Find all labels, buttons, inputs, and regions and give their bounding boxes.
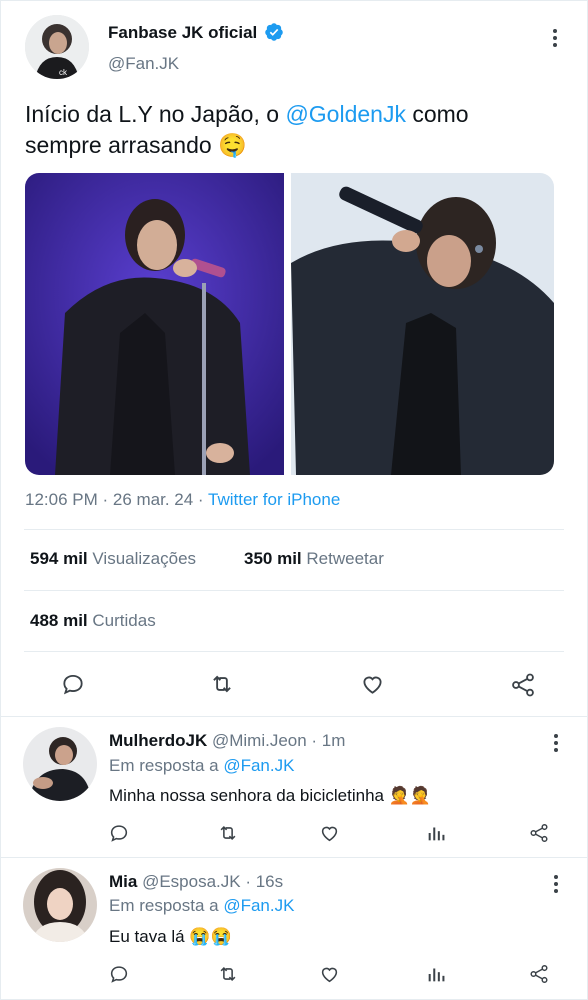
- retweet-icon[interactable]: [216, 822, 240, 844]
- svg-text:ck: ck: [59, 68, 68, 77]
- reply-handle-time[interactable]: @Esposa.JK · 16s: [142, 872, 283, 891]
- reply-header: MulherdoJK @Mimi.Jeon · 1m: [109, 731, 345, 751]
- crying-emoji: 😭😭: [189, 927, 232, 946]
- views-icon[interactable]: [425, 822, 447, 844]
- facepalm-emoji: 🤦🤦: [388, 786, 432, 805]
- reply-prefix: Em resposta a: [109, 896, 224, 915]
- tweet-timestamp[interactable]: 12:06 PM · 26 mar. 24 ·: [25, 490, 208, 509]
- reply-prefix: Em resposta a: [109, 756, 224, 775]
- likes-count: 488 mil: [30, 611, 88, 630]
- retweets-stat[interactable]: 350 mil Retweetar: [244, 549, 384, 569]
- tweet-photo-right[interactable]: [291, 173, 554, 475]
- views-icon[interactable]: [425, 963, 447, 985]
- likes-label: Curtidas: [92, 611, 156, 630]
- tweet-timestamp-row: 12:06 PM · 26 mar. 24 · Twitter for iPho…: [25, 490, 340, 510]
- tweet-text-part2: como: [405, 101, 469, 127]
- retweet-icon[interactable]: [208, 671, 236, 697]
- reply-author-name[interactable]: Mia: [109, 872, 137, 891]
- reply-header: Mia @Esposa.JK · 16s: [109, 872, 283, 892]
- tweet-text: Início da L.Y no Japão, o @GoldenJk como…: [25, 99, 565, 161]
- like-icon[interactable]: [359, 671, 386, 697]
- tweet-photo-left[interactable]: [25, 173, 284, 475]
- reply-text-body: Eu tava lá: [109, 927, 190, 946]
- more-icon[interactable]: [553, 875, 559, 896]
- reply-text: Minha nossa senhora da bicicletinha 🤦🤦: [109, 786, 431, 806]
- mention-link[interactable]: @GoldenJk: [285, 101, 406, 127]
- reply-handle-time[interactable]: @Mimi.Jeon · 1m: [212, 731, 345, 750]
- reply-context: Em resposta a @Fan.JK: [109, 896, 294, 916]
- drooling-emoji: 🤤: [218, 132, 247, 158]
- reply-icon[interactable]: [108, 963, 130, 985]
- reply-to-link[interactable]: @Fan.JK: [223, 896, 294, 915]
- like-icon[interactable]: [318, 822, 341, 844]
- share-icon[interactable]: [528, 963, 550, 985]
- like-icon[interactable]: [318, 963, 341, 985]
- verified-badge-icon: [265, 23, 283, 41]
- likes-stat[interactable]: 488 mil Curtidas: [30, 611, 156, 631]
- tweet-source-link[interactable]: Twitter for iPhone: [208, 490, 340, 509]
- tweet-text-line2: sempre arrasando: [25, 132, 212, 158]
- share-icon[interactable]: [509, 671, 537, 699]
- reply-author-name[interactable]: MulherdoJK: [109, 731, 207, 750]
- retweets-count: 350 mil: [244, 549, 302, 568]
- tweet-text-part1: Início da L.Y no Japão, o: [25, 101, 286, 127]
- divider: [0, 716, 588, 717]
- reply-text-body: Minha nossa senhora da bicicletinha: [109, 786, 389, 805]
- share-icon[interactable]: [528, 822, 550, 844]
- reply-icon[interactable]: [60, 671, 86, 697]
- more-icon[interactable]: [552, 29, 558, 50]
- more-icon[interactable]: [553, 734, 559, 755]
- views-label: Visualizações: [92, 549, 197, 568]
- reply-avatar[interactable]: [23, 727, 97, 801]
- reply-icon[interactable]: [108, 822, 130, 844]
- divider: [24, 529, 564, 530]
- views-count: 594 mil: [30, 549, 88, 568]
- reply-context: Em resposta a @Fan.JK: [109, 756, 294, 776]
- retweets-label: Retweetar: [306, 549, 384, 568]
- divider: [24, 651, 564, 652]
- author-handle[interactable]: @Fan.JK: [108, 54, 179, 74]
- reply-text: Eu tava lá 😭😭: [109, 927, 232, 947]
- author-avatar[interactable]: ck: [25, 15, 89, 79]
- retweet-icon[interactable]: [216, 963, 240, 985]
- reply-avatar[interactable]: [23, 868, 97, 942]
- reply-to-link[interactable]: @Fan.JK: [223, 756, 294, 775]
- divider: [24, 590, 564, 591]
- author-name-row[interactable]: Fanbase JK oficial: [108, 22, 284, 43]
- views-stat[interactable]: 594 mil Visualizações: [30, 549, 196, 569]
- author-name[interactable]: Fanbase JK oficial: [108, 23, 257, 42]
- divider: [0, 857, 588, 858]
